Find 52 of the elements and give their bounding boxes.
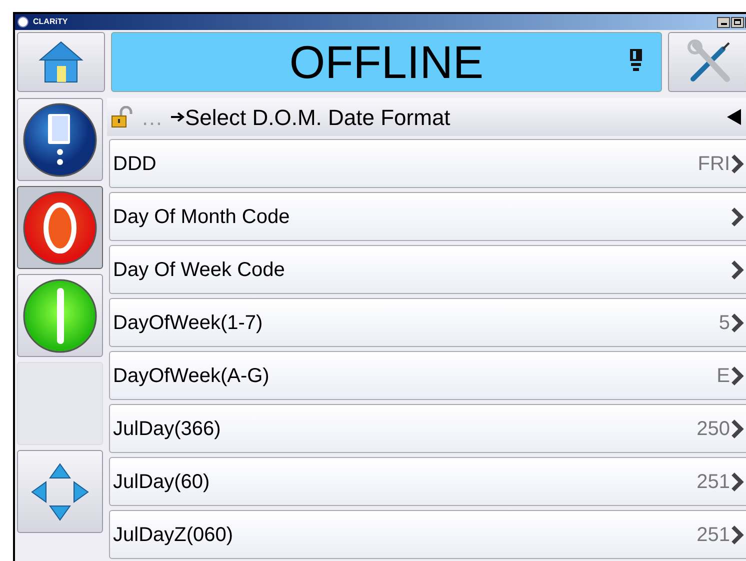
row-value: 251: [696, 470, 730, 494]
start-icon: [22, 278, 98, 354]
arrows-icon: [30, 462, 90, 522]
menu-row[interactable]: JulDayZ(060) 251: [109, 510, 746, 559]
menu-row[interactable]: Day Of Month Code: [109, 192, 746, 241]
window-title: CLARiTY: [33, 16, 68, 28]
breadcrumb-title: Select D.O.M. Date Format: [185, 104, 450, 132]
app-logo-icon: [17, 16, 29, 28]
menu-row[interactable]: Day Of Week Code: [109, 245, 746, 294]
row-value: FRI: [698, 152, 730, 176]
row-label: JulDay(366): [113, 416, 221, 442]
row-value: 5: [718, 310, 730, 336]
tools-icon: [687, 39, 733, 85]
row-value: 250: [696, 416, 730, 442]
chevron-icon: [730, 206, 744, 226]
info-button[interactable]: [17, 98, 103, 181]
arrow-icon: [171, 112, 185, 122]
menu-row[interactable]: DayOfWeek(A-G) E: [109, 351, 746, 400]
home-button[interactable]: [17, 32, 105, 92]
chevron-icon: [730, 418, 744, 438]
row-label: DayOfWeek(1-7): [113, 310, 263, 336]
row-label: DayOfWeek(A-G): [113, 364, 270, 388]
chevron-icon: [730, 260, 744, 280]
row-label: DDD: [113, 152, 156, 176]
breadcrumb-ellipsis: …: [141, 104, 163, 132]
menu-row[interactable]: JulDay(60) 251: [109, 457, 746, 506]
chevron-icon: [730, 154, 744, 174]
book-icon: [22, 102, 98, 178]
row-label: JulDayZ(060): [113, 522, 234, 548]
home-icon: [38, 40, 84, 84]
settings-button[interactable]: [668, 32, 746, 92]
row-label: Day Of Week Code: [113, 258, 285, 282]
navigate-button[interactable]: [17, 450, 103, 533]
status-text: OFFLINE: [289, 39, 484, 85]
menu-row[interactable]: DayOfWeek(1-7) 5: [109, 298, 746, 347]
minimize-button[interactable]: [717, 16, 730, 28]
chevron-icon: [730, 366, 744, 386]
maximize-button[interactable]: [731, 16, 744, 28]
stop-button[interactable]: [17, 186, 103, 269]
menu-row[interactable]: DDD FRI: [109, 139, 746, 188]
padlock-icon: [111, 106, 133, 128]
menu-row[interactable]: JulDay(366) 250: [109, 404, 746, 453]
chevron-icon: [730, 524, 744, 544]
row-label: JulDay(60): [113, 470, 210, 494]
start-button[interactable]: [17, 274, 103, 357]
back-icon[interactable]: [727, 109, 741, 125]
row-value: 251: [696, 522, 730, 548]
stop-icon: [22, 190, 98, 266]
chevron-icon: [730, 472, 744, 492]
row-label: Day Of Month Code: [113, 204, 290, 230]
row-value: E: [716, 364, 730, 388]
chevron-icon: [730, 312, 744, 332]
